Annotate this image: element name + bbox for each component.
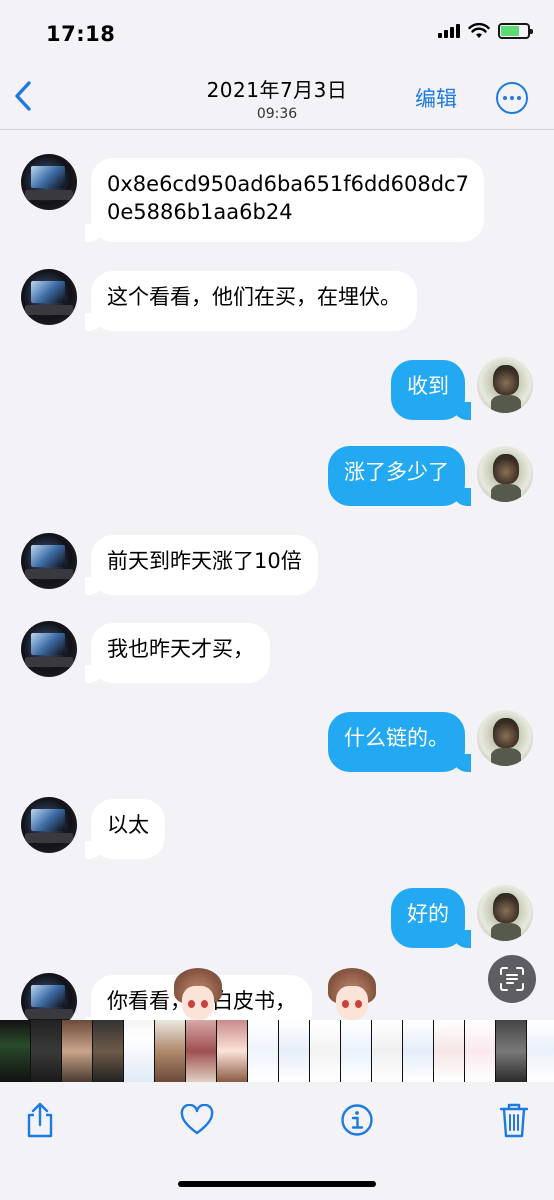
edit-button[interactable]: 编辑 — [415, 83, 457, 113]
photo-thumbnail[interactable] — [248, 1020, 279, 1082]
more-button[interactable] — [496, 82, 528, 114]
sticker-character — [168, 968, 228, 1026]
message-text: 0e5886b1aa6b24 — [107, 200, 293, 224]
message-text: 我也昨天才买， — [107, 637, 254, 661]
photo-thumbnail[interactable] — [527, 1020, 554, 1082]
home-indicator[interactable] — [178, 1181, 376, 1187]
share-icon — [27, 1102, 53, 1138]
photo-thumbnail[interactable] — [310, 1020, 341, 1082]
user-avatar — [477, 446, 533, 502]
status-time: 17:18 — [46, 22, 116, 46]
sender-avatar — [21, 269, 77, 325]
delete-button[interactable] — [496, 1100, 532, 1140]
outgoing-message: 收到 — [391, 360, 471, 420]
outgoing-message: 涨了多少了 — [328, 446, 471, 506]
photo-thumbnail[interactable] — [279, 1020, 310, 1082]
message-text: 以太 — [107, 813, 149, 837]
live-text-icon — [500, 967, 524, 991]
message-text: 0x8e6cd950ad6ba651f6dd608dc7 — [107, 172, 469, 196]
message-text: 前天到昨天涨了10倍 — [107, 549, 302, 573]
heart-icon — [180, 1104, 214, 1135]
photo-thumbnail[interactable] — [124, 1020, 155, 1082]
outgoing-message: 什么链的。 — [328, 712, 471, 772]
incoming-message: 0x8e6cd950ad6ba651f6dd608dc7 0e5886b1aa6… — [85, 158, 484, 242]
cellular-signal-icon — [438, 24, 460, 38]
ellipsis-circle-icon — [503, 96, 507, 100]
message-text: 收到 — [407, 374, 449, 398]
photo-thumbnail[interactable] — [372, 1020, 403, 1082]
info-button[interactable] — [339, 1100, 375, 1140]
favorite-button[interactable] — [179, 1100, 215, 1140]
sender-avatar — [21, 973, 77, 1020]
sender-avatar — [21, 621, 77, 677]
photo-thumbnail[interactable] — [465, 1020, 496, 1082]
incoming-message: 前天到昨天涨了10倍 — [85, 535, 318, 595]
status-bar: 17:18 — [0, 0, 554, 64]
message-text: 什么链的。 — [344, 726, 449, 750]
photo-thumbnail[interactable] — [31, 1020, 62, 1082]
status-icons — [438, 23, 533, 39]
sticker-character — [322, 968, 382, 1026]
photo-thumbnail[interactable] — [155, 1020, 186, 1082]
chat-screenshot: 0x8e6cd950ad6ba651f6dd608dc7 0e5886b1aa6… — [0, 130, 554, 1020]
incoming-message: 这个看看，他们在买，在埋伏。 — [85, 271, 417, 331]
photo-thumbnail[interactable] — [341, 1020, 372, 1082]
live-text-button[interactable] — [488, 955, 536, 1003]
photo-thumbnail[interactable] — [0, 1020, 31, 1082]
user-avatar — [477, 885, 533, 941]
photo-thumbnail[interactable] — [496, 1020, 527, 1082]
photo-thumbnail[interactable] — [186, 1020, 217, 1082]
photo-time: 09:36 — [256, 106, 298, 122]
message-text: 涨了多少了 — [344, 460, 449, 484]
photo-thumbnail[interactable] — [434, 1020, 465, 1082]
nav-title: 2021年7月3日 09:36 — [0, 74, 554, 122]
share-button[interactable] — [22, 1100, 58, 1140]
sender-avatar — [21, 797, 77, 853]
photo-thumbnail[interactable] — [93, 1020, 124, 1082]
user-avatar — [477, 710, 533, 766]
sender-avatar — [21, 154, 77, 210]
user-avatar — [477, 357, 533, 413]
photo-thumbnail[interactable] — [403, 1020, 434, 1082]
photo-date: 2021年7月3日 — [206, 78, 348, 102]
nav-bar: 2021年7月3日 09:36 编辑 — [0, 64, 554, 130]
photo-thumbnail[interactable] — [217, 1020, 248, 1082]
message-text: 这个看看，他们在买，在埋伏。 — [107, 285, 401, 309]
message-text: 好的 — [407, 902, 449, 926]
battery-icon — [498, 23, 533, 39]
incoming-message: 以太 — [85, 799, 165, 859]
outgoing-message: 好的 — [391, 888, 471, 948]
incoming-message: 我也昨天才买， — [85, 623, 270, 683]
wifi-icon — [468, 23, 490, 38]
photo-thumbnail[interactable] — [62, 1020, 93, 1082]
thumbnail-strip[interactable] — [0, 1020, 554, 1082]
sender-avatar — [21, 533, 77, 589]
trash-icon — [499, 1103, 529, 1138]
info-icon — [341, 1104, 373, 1136]
